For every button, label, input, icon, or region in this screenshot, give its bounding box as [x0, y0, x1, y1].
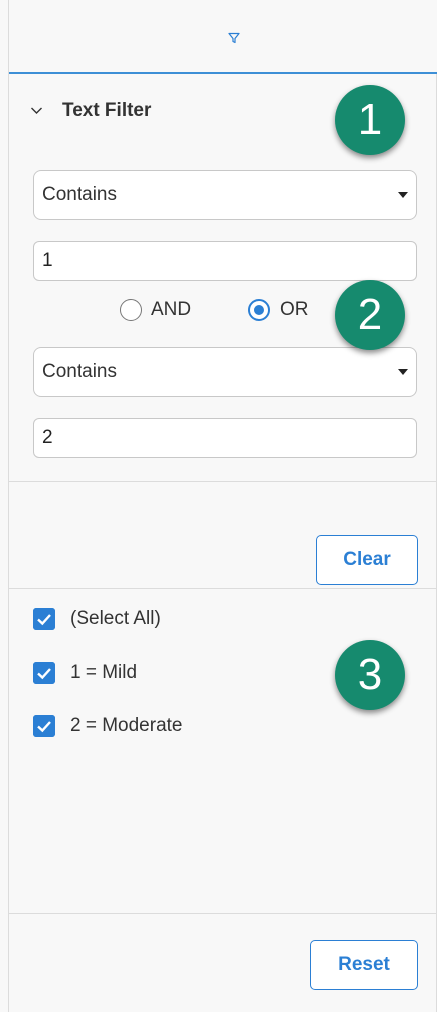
checkbox-label: 1 = Mild: [70, 662, 138, 683]
clear-button[interactable]: Clear: [316, 535, 418, 585]
dropdown-arrow-icon: [398, 192, 408, 198]
checkbox-label: (Select All): [70, 608, 161, 629]
chevron-down-icon: [31, 107, 42, 114]
condition2-value-input[interactable]: [33, 418, 417, 458]
callout-badge-3: 3: [335, 640, 405, 710]
section-title: Text Filter: [62, 100, 152, 121]
callout-badge-1: 1: [335, 85, 405, 155]
or-radio[interactable]: [248, 299, 270, 321]
funnel-icon[interactable]: [228, 32, 240, 44]
condition2-operator-select[interactable]: Contains: [33, 347, 417, 397]
reset-button[interactable]: Reset: [310, 940, 418, 990]
panel-left-border: [8, 0, 9, 1012]
checkbox-checked-icon[interactable]: [33, 608, 55, 630]
checkbox-label: 2 = Moderate: [70, 715, 183, 736]
or-radio-label: OR: [280, 299, 309, 320]
dropdown-arrow-icon: [398, 369, 408, 375]
condition1-operator-value: Contains: [42, 184, 117, 205]
condition1-value-input[interactable]: [33, 241, 417, 281]
and-radio[interactable]: [120, 299, 142, 321]
filter-panel: Text Filter Contains AND OR Contains Cle…: [0, 0, 437, 1012]
checkbox-checked-icon[interactable]: [33, 662, 55, 684]
callout-badge-2: 2: [335, 280, 405, 350]
condition2-operator-value: Contains: [42, 361, 117, 382]
section-divider: [9, 588, 436, 589]
section-divider: [9, 913, 436, 914]
checkbox-checked-icon[interactable]: [33, 715, 55, 737]
section-divider: [9, 481, 436, 482]
and-radio-label: AND: [151, 299, 192, 320]
filter-tab-bar: [9, 0, 437, 74]
join-operator-group: AND OR: [120, 296, 350, 324]
condition1-operator-select[interactable]: Contains: [33, 170, 417, 220]
